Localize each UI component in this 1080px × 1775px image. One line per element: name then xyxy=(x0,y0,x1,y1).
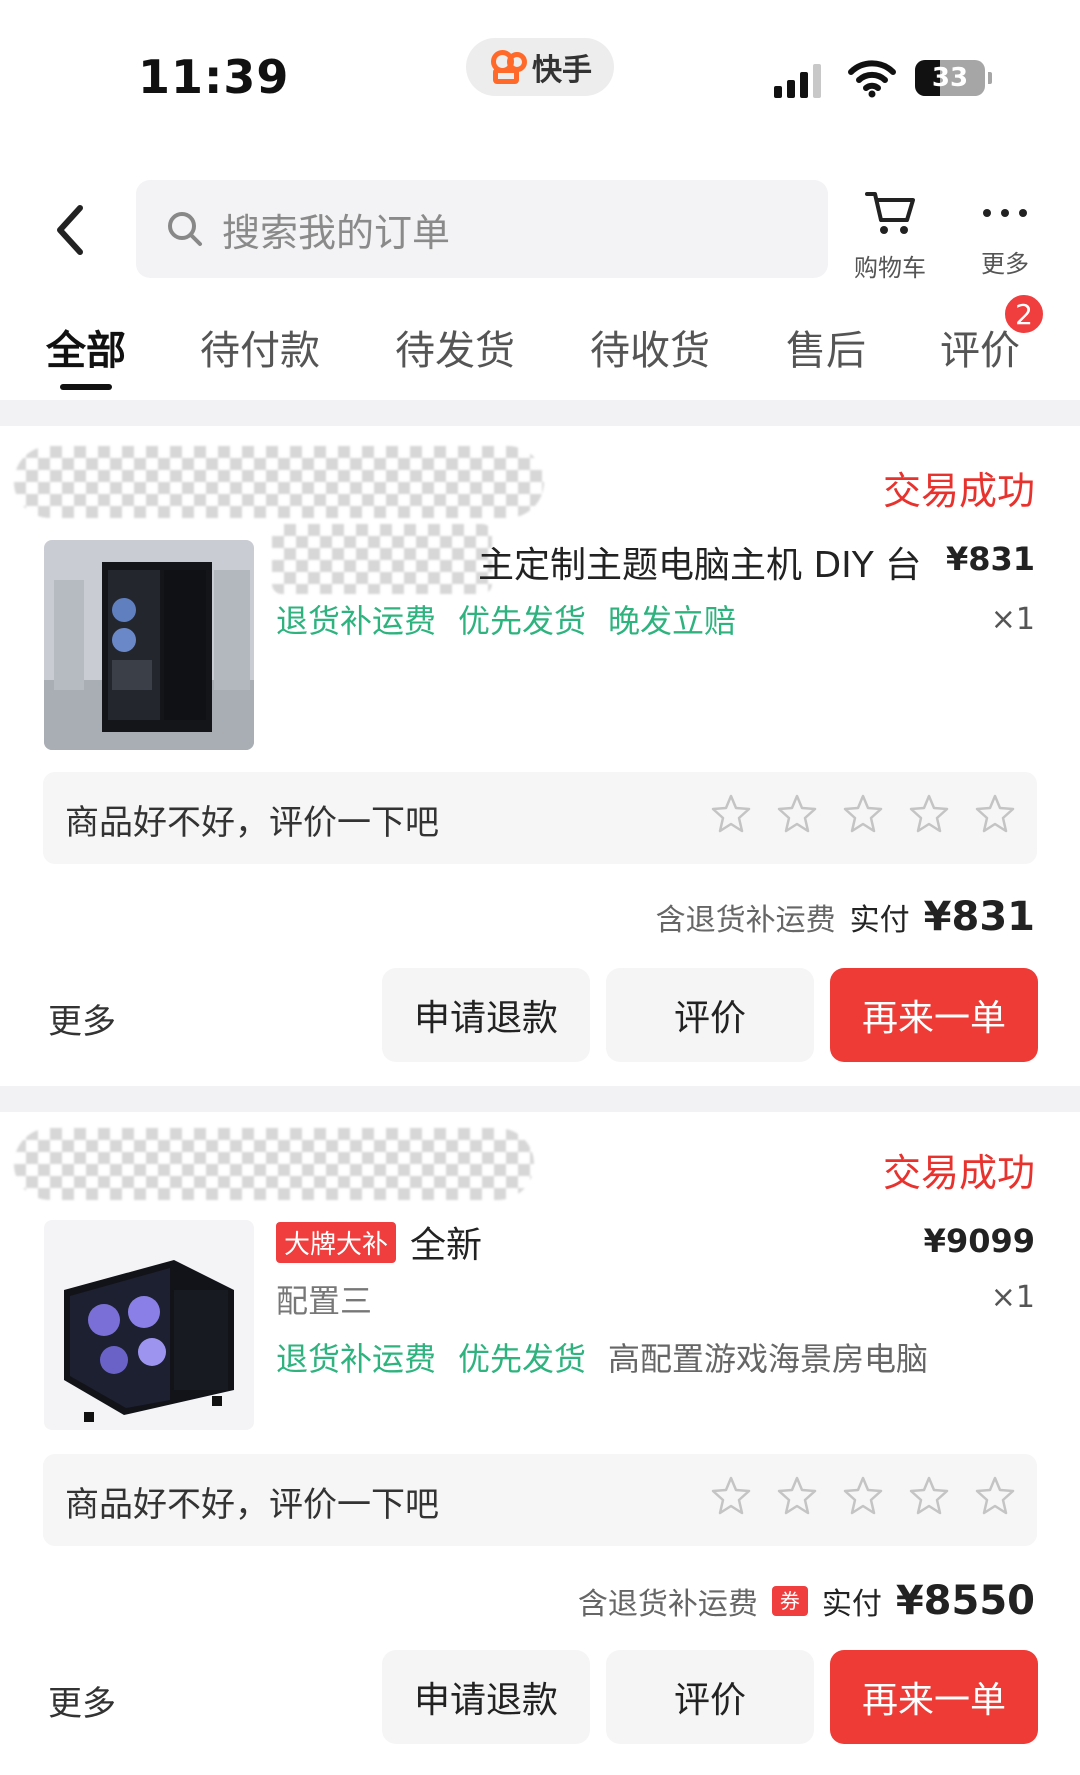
star-icon[interactable] xyxy=(709,792,753,836)
more-actions-link[interactable]: 更多 xyxy=(48,994,116,1043)
order-actions: 更多 申请退款 评价 再来一单 xyxy=(0,1650,1080,1746)
star-icon[interactable] xyxy=(775,792,819,836)
product-title[interactable]: 主定制主题电脑主机 DIY 台 xyxy=(478,536,921,588)
review-count-badge: 2 xyxy=(1002,292,1046,336)
product-title[interactable]: 大牌大补 全新 xyxy=(276,1216,482,1268)
review-button[interactable]: 评价 xyxy=(606,1650,814,1744)
includes-return-shipping: 含退货补运费 xyxy=(577,1587,758,1622)
cellular-signal-icon xyxy=(774,62,821,98)
app-indicator[interactable]: 快手 xyxy=(466,38,614,96)
back-arrow-icon[interactable] xyxy=(50,200,90,260)
order-tabs: 全部 待付款 待发货 待收货 售后 评价 xyxy=(0,318,1080,398)
service-tags: 退货补运费 优先发货 高配置游戏海景房电脑 xyxy=(276,1334,950,1380)
star-icon[interactable] xyxy=(841,792,885,836)
promo-badge: 大牌大补 xyxy=(276,1222,397,1263)
includes-return-shipping: 含退货补运费 xyxy=(655,903,836,938)
status-time: 11:39 xyxy=(138,50,290,104)
tag-priority-shipping: 优先发货 xyxy=(458,602,587,640)
star-icon[interactable] xyxy=(973,792,1017,836)
rating-prompt: 商品好不好，评价一下吧 xyxy=(43,772,1037,864)
more-menu-button[interactable]: 更多 xyxy=(962,188,1048,279)
order-card: 交易成功 主定制主题电脑主机 DIY 台 ¥831 退货补运费 优先发货 晚发立赔 … xyxy=(0,426,1080,1086)
tag-priority-shipping: 优先发货 xyxy=(458,1340,587,1378)
star-icon[interactable] xyxy=(841,1474,885,1518)
rating-prompt: 商品好不好，评价一下吧 xyxy=(43,1454,1037,1546)
tab-active-indicator xyxy=(60,384,112,390)
paid-label: 实付 xyxy=(849,903,910,938)
order-status: 交易成功 xyxy=(882,1151,1035,1195)
more-label: 更多 xyxy=(981,250,1029,278)
tab-pending-payment[interactable]: 待付款 xyxy=(200,318,320,376)
cart-icon xyxy=(865,192,915,234)
section-divider xyxy=(0,400,1080,426)
star-icon[interactable] xyxy=(907,1474,951,1518)
reorder-button[interactable]: 再来一单 xyxy=(830,968,1038,1062)
payment-summary: 含退货补运费 实付 ¥831 xyxy=(656,894,1035,940)
cart-button[interactable]: 购物车 xyxy=(848,188,932,283)
rating-stars xyxy=(709,1474,1017,1518)
star-icon[interactable] xyxy=(973,1474,1017,1518)
payment-summary: 含退货补运费 券 实付 ¥8550 xyxy=(578,1578,1035,1624)
rating-prompt-text: 商品好不好，评价一下吧 xyxy=(65,803,439,843)
tab-all[interactable]: 全部 xyxy=(46,318,126,376)
product-quantity: ×1 xyxy=(990,1280,1035,1315)
app-name: 快手 xyxy=(532,53,592,88)
search-icon xyxy=(168,212,202,246)
shop-name-redacted xyxy=(14,1128,534,1200)
wifi-icon xyxy=(848,60,896,98)
product-quantity: ×1 xyxy=(990,602,1035,637)
tab-pending-receipt[interactable]: 待收货 xyxy=(590,318,710,376)
title-redacted xyxy=(272,524,492,594)
star-icon[interactable] xyxy=(907,792,951,836)
paid-amount: ¥8550 xyxy=(895,1578,1035,1624)
cart-label: 购物车 xyxy=(854,254,926,282)
product-price: ¥831 xyxy=(945,540,1035,578)
refund-button[interactable]: 申请退款 xyxy=(382,1650,590,1744)
order-actions: 更多 申请退款 评价 再来一单 xyxy=(0,968,1080,1064)
shop-name-redacted xyxy=(14,446,544,518)
product-image[interactable] xyxy=(44,540,254,750)
service-tags: 退货补运费 优先发货 晚发立赔 xyxy=(276,596,758,642)
search-placeholder: 搜索我的订单 xyxy=(222,210,451,255)
battery-icon: 33 xyxy=(915,60,992,96)
tag-return-shipping: 退货补运费 xyxy=(276,1340,437,1378)
search-input[interactable]: 搜索我的订单 xyxy=(136,180,828,278)
tab-after-sales[interactable]: 售后 xyxy=(786,318,866,376)
review-button[interactable]: 评价 xyxy=(606,968,814,1062)
tag-return-shipping: 退货补运费 xyxy=(276,602,437,640)
star-icon[interactable] xyxy=(775,1474,819,1518)
more-dots-icon xyxy=(962,188,1048,238)
battery-level: 33 xyxy=(931,63,969,93)
rating-stars xyxy=(709,792,1017,836)
tag-late-compensation: 晚发立赔 xyxy=(608,602,737,640)
section-divider xyxy=(0,1086,1080,1112)
kuaishou-logo-icon xyxy=(488,48,527,86)
product-image[interactable] xyxy=(44,1220,254,1430)
star-icon[interactable] xyxy=(709,1474,753,1518)
product-title-text: 全新 xyxy=(410,1225,483,1266)
rating-prompt-text: 商品好不好，评价一下吧 xyxy=(65,1485,439,1525)
more-actions-link[interactable]: 更多 xyxy=(48,1676,116,1725)
paid-amount: ¥831 xyxy=(923,894,1035,940)
product-subtitle: 高配置游戏海景房电脑 xyxy=(608,1340,929,1378)
coupon-icon: 券 xyxy=(771,1586,808,1616)
order-card: 交易成功 大牌大补 全新 ¥9099 配置三 ×1 退货补运费 优先发货 高配置游戏海… xyxy=(0,1110,1080,1775)
refund-button[interactable]: 申请退款 xyxy=(382,968,590,1062)
order-status: 交易成功 xyxy=(882,469,1035,513)
tab-pending-shipment[interactable]: 待发货 xyxy=(395,318,515,376)
paid-label: 实付 xyxy=(821,1587,882,1622)
product-spec: 配置三 xyxy=(276,1282,373,1320)
reorder-button[interactable]: 再来一单 xyxy=(830,1650,1038,1744)
product-price: ¥9099 xyxy=(923,1222,1035,1260)
status-bar: 11:39 快手 33 xyxy=(0,0,1080,150)
